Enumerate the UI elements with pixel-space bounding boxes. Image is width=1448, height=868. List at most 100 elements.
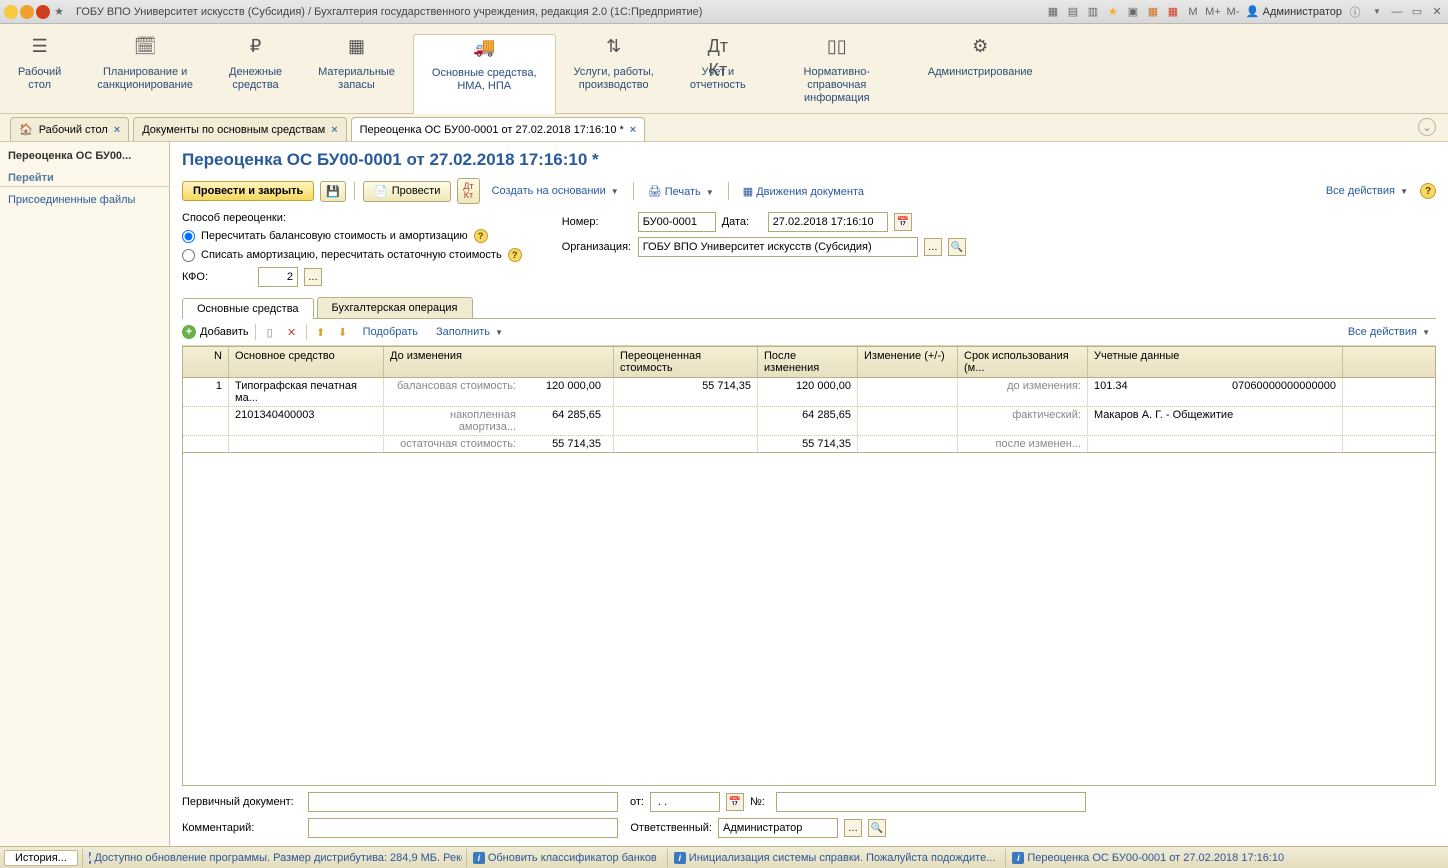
comment-input[interactable] bbox=[308, 818, 618, 838]
tab-revaluation[interactable]: Переоценка ОС БУ00-0001 от 27.02.2018 17… bbox=[351, 117, 646, 141]
move-up-icon[interactable]: ⬆ bbox=[313, 324, 329, 340]
back-button[interactable] bbox=[20, 5, 34, 19]
num-input[interactable] bbox=[776, 792, 1086, 812]
tab-close-icon[interactable]: × bbox=[114, 124, 120, 136]
move-down-icon[interactable]: ⬇ bbox=[335, 324, 351, 340]
maximize-button[interactable]: ▭ bbox=[1410, 5, 1424, 19]
info-icon: i bbox=[1012, 852, 1024, 864]
user-menu[interactable]: 👤 Администратор bbox=[1246, 5, 1342, 18]
radio-recalc-balance[interactable] bbox=[182, 230, 195, 243]
col-acct[interactable]: Учетные данные bbox=[1088, 347, 1343, 377]
post-button[interactable]: 📄Провести bbox=[363, 181, 451, 202]
inner-tab-accounting[interactable]: Бухгалтерская операция bbox=[317, 297, 473, 318]
toolbar-icon[interactable]: ▣ bbox=[1126, 5, 1140, 19]
tabs-chevron-icon[interactable]: ⌄ bbox=[1418, 118, 1436, 136]
dt-kt-button[interactable]: ДтКт bbox=[457, 178, 479, 204]
col-reval[interactable]: Переоцененная стоимость bbox=[614, 347, 758, 377]
org-open-button[interactable]: 🔍 bbox=[948, 238, 966, 256]
fill-button[interactable]: Заполнить ▼ bbox=[430, 323, 509, 341]
section-desktop[interactable]: ☰Рабочийстол bbox=[0, 34, 79, 113]
close-button[interactable]: ✕ bbox=[1430, 5, 1444, 19]
col-after[interactable]: После изменения bbox=[758, 347, 858, 377]
section-reference[interactable]: ▯▯Нормативно-справочнаяинформация bbox=[764, 34, 910, 113]
col-srok[interactable]: Срок использования (м... bbox=[958, 347, 1088, 377]
star-icon[interactable]: ★ bbox=[1106, 5, 1120, 19]
radio-writeoff-deprec[interactable] bbox=[182, 249, 195, 262]
help-icon[interactable]: ? bbox=[508, 248, 522, 262]
select-button[interactable]: Подобрать bbox=[357, 323, 424, 341]
toolbar-icon[interactable]: ▤ bbox=[1066, 5, 1080, 19]
planning-icon: 🗓 bbox=[134, 34, 157, 58]
history-button[interactable]: История... bbox=[4, 850, 78, 866]
resp-open-button[interactable]: 🔍 bbox=[868, 819, 886, 837]
m-plus-button[interactable]: M+ bbox=[1206, 5, 1220, 19]
table-row[interactable]: остаточная стоимость:55 714,35 55 714,35… bbox=[183, 436, 1435, 453]
window-title: ГОБУ ВПО Университет искусств (Субсидия)… bbox=[76, 6, 1046, 18]
m-minus-button[interactable]: M- bbox=[1226, 5, 1240, 19]
comment-label: Комментарий: bbox=[182, 822, 302, 834]
status-item[interactable]: iПереоценка ОС БУ00-0001 от 27.02.2018 1… bbox=[1005, 849, 1290, 867]
status-item[interactable]: iОбновить классификатор банков bbox=[466, 849, 663, 867]
ot-date-input[interactable] bbox=[650, 792, 720, 812]
org-input[interactable] bbox=[638, 237, 918, 257]
movements-button[interactable]: ▦ Движения документа bbox=[737, 182, 870, 201]
forward-button[interactable] bbox=[36, 5, 50, 19]
m-button[interactable]: M bbox=[1186, 5, 1200, 19]
add-button[interactable]: +Добавить bbox=[182, 325, 249, 339]
section-reporting[interactable]: ДтКтУчет иотчетность bbox=[672, 34, 764, 113]
section-planning[interactable]: 🗓Планирование исанкционирование bbox=[79, 34, 211, 113]
print-button[interactable]: 🖨 Печать ▼ bbox=[642, 182, 720, 201]
date-input[interactable] bbox=[768, 212, 888, 232]
post-close-button[interactable]: Провести и закрыть bbox=[182, 181, 314, 201]
table-row[interactable]: 1 Типографская печатная ма... балансовая… bbox=[183, 378, 1435, 407]
col-before[interactable]: До изменения bbox=[384, 347, 614, 377]
resp-input[interactable] bbox=[718, 818, 838, 838]
calendar-button[interactable]: 📅 bbox=[894, 213, 912, 231]
info-icon[interactable]: ⓘ bbox=[1348, 5, 1362, 19]
section-admin[interactable]: ⚙Администрирование bbox=[910, 34, 1051, 113]
number-label: Номер: bbox=[562, 216, 632, 228]
calendar-icon[interactable]: ▦ bbox=[1166, 5, 1180, 19]
status-item[interactable]: iИнициализация системы справки. Пожалуйс… bbox=[667, 849, 1002, 867]
col-name[interactable]: Основное средство bbox=[229, 347, 384, 377]
grid-icon[interactable]: ▦ bbox=[1146, 5, 1160, 19]
section-materials[interactable]: ▦Материальныезапасы bbox=[300, 34, 413, 113]
all-actions-button[interactable]: Все действия ▼ bbox=[1320, 182, 1414, 200]
table-row[interactable]: 2101340400003 накопленная амортиза...64 … bbox=[183, 407, 1435, 436]
tab-desktop[interactable]: 🏠 Рабочий стол × bbox=[10, 117, 129, 141]
calendar-button[interactable]: 📅 bbox=[726, 793, 744, 811]
toolbar-icon[interactable]: ▦ bbox=[1046, 5, 1060, 19]
number-input[interactable] bbox=[638, 212, 716, 232]
col-n[interactable]: N bbox=[183, 347, 229, 377]
minimize-button[interactable]: — bbox=[1390, 5, 1404, 19]
toolbar-icon[interactable]: ▥ bbox=[1086, 5, 1100, 19]
tab-close-icon[interactable]: × bbox=[630, 124, 636, 136]
help-button[interactable]: ? bbox=[1420, 183, 1436, 199]
inner-tab-assets[interactable]: Основные средства bbox=[182, 298, 314, 319]
favorite-icon[interactable]: ★ bbox=[52, 5, 66, 19]
grid-all-actions-button[interactable]: Все действия ▼ bbox=[1342, 323, 1436, 341]
page-title: Переоценка ОС БУ00-0001 от 27.02.2018 17… bbox=[182, 150, 1436, 170]
create-based-button[interactable]: Создать на основании ▼ bbox=[486, 182, 625, 200]
col-change[interactable]: Изменение (+/-) bbox=[858, 347, 958, 377]
delete-icon[interactable]: ✕ bbox=[284, 324, 300, 340]
kfo-input[interactable] bbox=[258, 267, 298, 287]
section-fixed-assets[interactable]: 🚚Основные средства,НМА, НПА bbox=[413, 34, 556, 114]
copy-icon[interactable]: ▯ bbox=[262, 324, 278, 340]
section-services[interactable]: ⇅Услуги, работы,производство bbox=[556, 34, 672, 113]
section-money[interactable]: ₽Денежныесредства bbox=[211, 34, 300, 113]
sidebar-heading: Перейти bbox=[0, 166, 169, 187]
dropdown-icon[interactable]: ▼ bbox=[1370, 5, 1384, 19]
save-button[interactable]: 💾 bbox=[320, 181, 346, 202]
sidebar-link-attachments[interactable]: Присоединенные файлы bbox=[0, 191, 169, 209]
resp-select-button[interactable]: … bbox=[844, 819, 862, 837]
status-item[interactable]: iДоступно обновление программы. Размер д… bbox=[82, 849, 462, 867]
tab-close-icon[interactable]: × bbox=[331, 124, 337, 136]
grid-body[interactable]: 1 Типографская печатная ма... балансовая… bbox=[183, 378, 1435, 785]
tab-documents[interactable]: Документы по основным средствам × bbox=[133, 117, 346, 141]
primary-doc-input[interactable] bbox=[308, 792, 618, 812]
help-icon[interactable]: ? bbox=[474, 229, 488, 243]
org-select-button[interactable]: … bbox=[924, 238, 942, 256]
chevron-down-icon: ▼ bbox=[1400, 187, 1408, 196]
kfo-select-button[interactable]: … bbox=[304, 268, 322, 286]
